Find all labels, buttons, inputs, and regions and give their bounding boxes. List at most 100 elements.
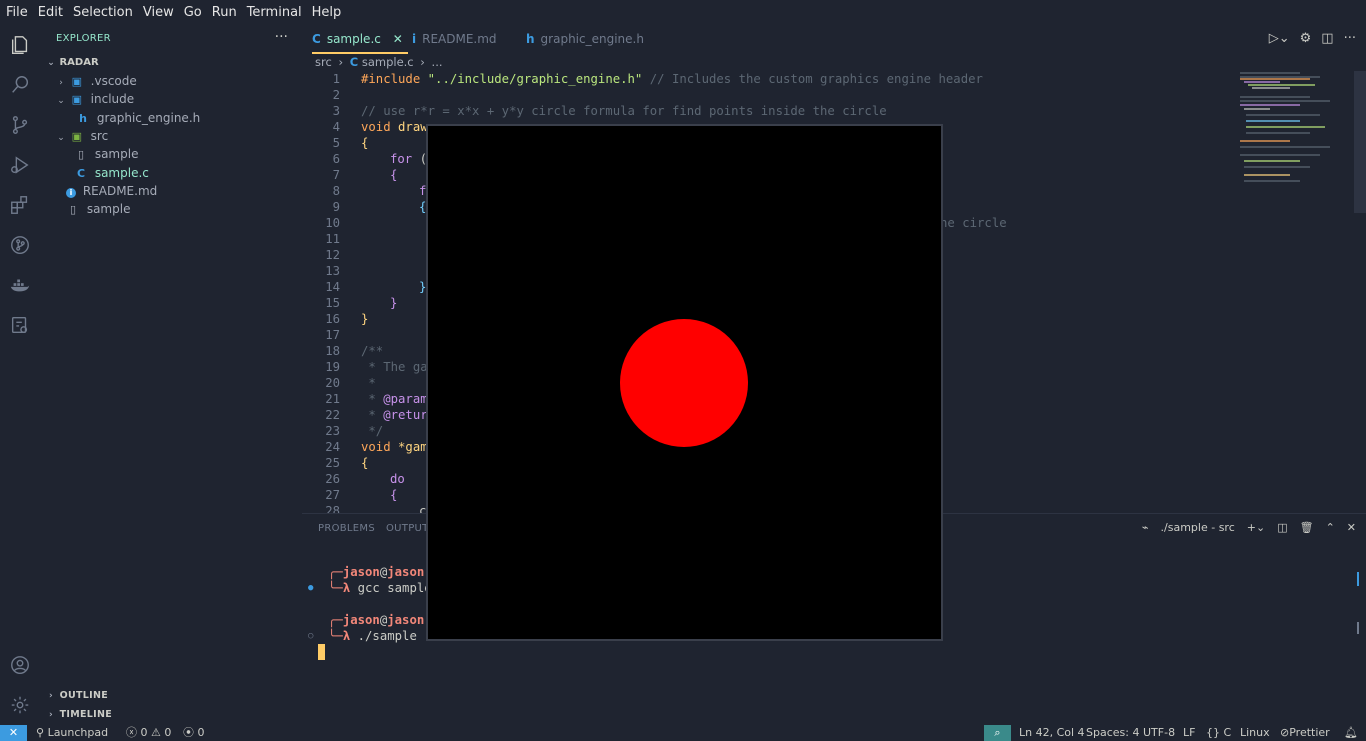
menu-help[interactable]: Help [307, 0, 347, 25]
tab-graphic-engine-h[interactable]: h graphic_engine.h [526, 25, 644, 54]
code-line-27: { [390, 488, 398, 502]
tree-folder-src[interactable]: ⌄ ▣ src [40, 127, 302, 145]
remote-explorer-icon[interactable] [8, 313, 32, 337]
tree-item-label: graphic_engine.h [96, 111, 201, 125]
chevron-right-icon: › [48, 710, 53, 720]
red-circle [620, 319, 748, 447]
status-bar: ✕ ⚲ Launchpad ⓧ 0 ⚠ 0 ⦿ 0 ⌕ Ln 42, Col 4… [0, 725, 1366, 741]
tree-folder-vscode[interactable]: › ▣ .vscode [40, 72, 302, 90]
code-line-21: * @param [361, 392, 428, 406]
tree-file-sample-c[interactable]: C sample.c [40, 164, 302, 182]
line-number: 12 [325, 248, 340, 262]
docker-icon[interactable] [8, 273, 32, 297]
panel-actions: ⌁ ./sample - src +⌄ ◫ 🗑 ⌃ ✕ [1142, 521, 1356, 534]
search-icon[interactable] [8, 73, 32, 97]
cursor-position[interactable]: Ln 42, Col 4 [1019, 725, 1085, 741]
tree-file-sample[interactable]: ▯ sample [40, 145, 302, 163]
menu-selection[interactable]: Selection [68, 0, 138, 25]
line-number: 14 [325, 280, 340, 294]
breadcrumb-folder[interactable]: src [315, 55, 332, 69]
line-number: 1 [332, 72, 340, 86]
line-ending[interactable]: LF [1183, 725, 1195, 741]
os-indicator[interactable]: Linux [1240, 725, 1270, 741]
breadcrumb-symbol[interactable]: ... [432, 55, 443, 69]
terminal-command-2: ╰─λ ./sample [328, 629, 417, 643]
outline-section[interactable]: › OUTLINE [46, 690, 108, 701]
tree-file-graphic-engine-h[interactable]: h graphic_engine.h [40, 109, 302, 127]
settings-gear-icon[interactable] [8, 693, 32, 717]
code-line-23: */ [361, 424, 384, 438]
breadcrumb-file[interactable]: sample.c [362, 55, 414, 69]
notifications-bell-icon[interactable]: 🔔︎ [1344, 725, 1358, 741]
menu-go[interactable]: Go [179, 0, 207, 25]
line-number: 9 [332, 200, 340, 214]
line-number: 7 [332, 168, 340, 182]
code-line-1: #include "../include/graphic_engine.h" /… [361, 72, 983, 86]
folder-src-icon: ▣ [71, 130, 83, 143]
outline-label: OUTLINE [59, 690, 109, 701]
tree-file-sample-binary[interactable]: ▯ sample [40, 200, 302, 218]
explorer-sidebar: EXPLORER ··· ⌄ RADAR › ▣ .vscode ⌄ ▣ inc… [40, 25, 302, 725]
command-pending-icon[interactable]: ○ [308, 628, 313, 644]
menu-edit[interactable]: Edit [33, 0, 68, 25]
tab-problems[interactable]: PROBLEMS [318, 523, 375, 534]
menu-view[interactable]: View [138, 0, 179, 25]
more-actions-icon[interactable]: ··· [1344, 31, 1356, 46]
command-success-icon[interactable]: ● [308, 580, 313, 596]
split-terminal-icon[interactable]: ◫ [1277, 521, 1287, 534]
new-terminal-icon[interactable]: +⌄ [1247, 521, 1265, 534]
launchpad-label: Launchpad [47, 726, 109, 739]
editor-actions: ▷⌄ ⚙ ◫ ··· [1269, 31, 1356, 46]
tab-output[interactable]: OUTPUT [386, 523, 429, 534]
workspace-root[interactable]: ⌄ RADAR [40, 54, 302, 72]
timeline-section[interactable]: › TIMELINE [46, 709, 112, 720]
terminal-cursor [318, 644, 325, 660]
remote-indicator[interactable]: ✕ [0, 725, 27, 741]
chevron-down-icon: ⌄ [57, 96, 65, 106]
chevron-up-icon[interactable]: ⌃ [1326, 521, 1335, 534]
line-number: 23 [325, 424, 340, 438]
ports-indicator[interactable]: ⦿ 0 [183, 725, 205, 741]
editor-scrollbar[interactable] [1354, 71, 1366, 213]
zoom-icon[interactable]: ⌕ [984, 725, 1011, 741]
error-count: 0 [140, 726, 148, 739]
tree-file-readme[interactable]: i README.md [40, 182, 302, 200]
tree-folder-include[interactable]: ⌄ ▣ include [40, 90, 302, 108]
close-panel-icon[interactable]: ✕ [1347, 521, 1356, 534]
encoding[interactable]: UTF-8 [1143, 725, 1175, 741]
code-line-22: * @retur [361, 408, 428, 422]
tab-readme[interactable]: i README.md [412, 25, 497, 54]
tree-item-label: README.md [82, 184, 158, 198]
run-debug-icon[interactable] [8, 153, 32, 177]
chevron-right-icon: › [48, 691, 53, 701]
terminal-name[interactable]: ./sample - src [1161, 521, 1235, 534]
account-icon[interactable] [8, 653, 32, 677]
tab-label: README.md [422, 32, 497, 46]
extensions-icon[interactable] [8, 193, 32, 217]
explorer-icon[interactable] [8, 33, 32, 57]
menu-file[interactable]: File [0, 0, 33, 25]
git-graph-icon[interactable] [8, 233, 32, 257]
tab-sample-c[interactable]: Csample.c ✕ [312, 25, 408, 54]
problems-indicator[interactable]: ⓧ 0 ⚠ 0 [126, 725, 171, 741]
menu-run[interactable]: Run [207, 0, 242, 25]
error-icon: ⓧ [126, 726, 137, 739]
close-tab-icon[interactable]: ✕ [393, 32, 403, 46]
minimap[interactable] [1240, 71, 1350, 201]
graphics-window[interactable] [426, 124, 943, 641]
settings-gear-icon[interactable]: ⚙ [1300, 31, 1312, 46]
split-editor-icon[interactable]: ◫ [1321, 31, 1333, 46]
trash-icon[interactable]: 🗑 [1300, 521, 1314, 534]
line-number: 3 [332, 104, 340, 118]
indentation[interactable]: Spaces: 4 [1086, 725, 1139, 741]
code-line-5: { [361, 136, 369, 150]
run-code-icon[interactable]: ▷⌄ [1269, 31, 1290, 46]
menu-terminal[interactable]: Terminal [242, 0, 307, 25]
line-number: 24 [325, 440, 340, 454]
prettier-item[interactable]: ⊘Prettier [1280, 725, 1330, 741]
language-mode[interactable]: {} C [1206, 725, 1231, 741]
line-number: 11 [325, 232, 340, 246]
source-control-icon[interactable] [8, 113, 32, 137]
more-actions-icon[interactable]: ··· [275, 29, 288, 45]
launchpad-item[interactable]: ⚲ Launchpad [36, 725, 108, 741]
